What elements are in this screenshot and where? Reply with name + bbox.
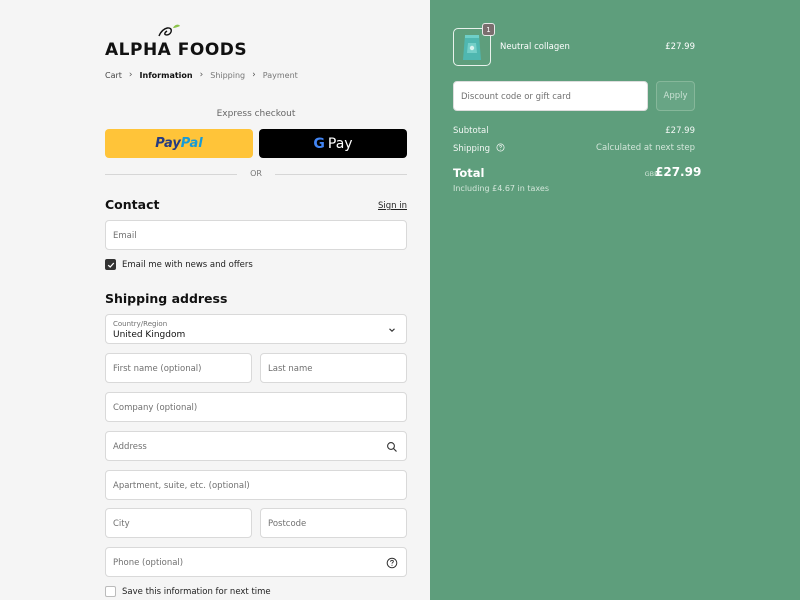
city-field[interactable]: City: [105, 508, 252, 538]
discount-code-field[interactable]: Discount code or gift card: [453, 81, 648, 111]
breadcrumb-cart[interactable]: Cart: [105, 71, 122, 80]
breadcrumb: Cart › Information › Shipping › Payment: [105, 70, 298, 80]
breadcrumb-shipping: Shipping: [210, 70, 246, 80]
google-pay-label: Pay: [327, 135, 353, 152]
breadcrumb-payment: Payment: [262, 70, 298, 80]
city-placeholder: City: [113, 519, 130, 529]
company-field[interactable]: Company (optional): [105, 392, 407, 422]
save-info-checkbox-row[interactable]: Save this information for next time: [105, 586, 271, 597]
save-info-label: Save this information for next time: [122, 586, 271, 597]
taxes-note: Including £4.67 in taxes: [453, 184, 550, 193]
breadcrumb-information: Information: [139, 70, 193, 80]
or-divider: OR: [105, 168, 407, 180]
last-name-placeholder: Last name: [268, 364, 313, 374]
search-icon[interactable]: [386, 441, 398, 453]
country-select[interactable]: Country/Region United Kingdom: [105, 314, 407, 344]
check-icon: [107, 262, 114, 268]
product-name: Neutral collagen: [500, 42, 570, 52]
express-checkout-label: Express checkout: [216, 109, 296, 119]
logo-text: ALPHA FOODS: [105, 40, 248, 60]
quantity-badge: 1: [482, 23, 495, 36]
country-value: United Kingdom: [113, 330, 186, 340]
checkout-form-panel: ALPHA FOODS Cart › Information › Shippin…: [0, 0, 430, 600]
breadcrumb-chevron-icon: ›: [128, 70, 133, 80]
discount-placeholder: Discount code or gift card: [461, 92, 571, 102]
apartment-placeholder: Apartment, suite, etc. (optional): [113, 481, 250, 491]
postcode-placeholder: Postcode: [268, 519, 307, 529]
contact-title: Contact: [105, 197, 160, 212]
breadcrumb-chevron-icon: ›: [252, 70, 256, 80]
google-pay-button[interactable]: G Pay: [259, 129, 407, 158]
sign-in-link[interactable]: Sign in: [366, 201, 407, 211]
total-value: £27.99: [655, 165, 702, 179]
first-name-placeholder: First name (optional): [113, 364, 202, 374]
paypal-logo-part1: Pay: [155, 136, 181, 151]
subtotal-row: Subtotal £27.99: [453, 126, 695, 136]
subtotal-value: £27.99: [665, 126, 695, 136]
newsletter-checkbox-row[interactable]: Email me with news and offers: [105, 259, 253, 270]
shipping-value: Calculated at next step: [596, 143, 695, 153]
or-label: OR: [250, 169, 262, 178]
postcode-field[interactable]: Postcode: [260, 508, 407, 538]
shipping-address-title: Shipping address: [105, 291, 228, 306]
help-circle-icon[interactable]: [386, 557, 398, 569]
apply-discount-button[interactable]: Apply: [656, 81, 695, 111]
email-placeholder: Email: [113, 231, 137, 241]
paypal-button[interactable]: Pay Pal: [105, 129, 253, 158]
email-field[interactable]: Email: [105, 220, 407, 250]
company-placeholder: Company (optional): [113, 403, 198, 413]
phone-placeholder: Phone (optional): [113, 558, 184, 568]
chevron-down-icon: [389, 328, 395, 332]
total-label: Total: [453, 166, 485, 180]
currency-code: GBP: [644, 170, 658, 178]
address-placeholder: Address: [113, 442, 147, 452]
first-name-field[interactable]: First name (optional): [105, 353, 252, 383]
save-info-checkbox[interactable]: [105, 586, 116, 597]
subtotal-label: Subtotal: [453, 126, 489, 136]
shipping-label: Shipping: [453, 144, 491, 154]
logo-swirl-icon: [158, 24, 180, 37]
help-circle-icon[interactable]: [496, 143, 505, 152]
newsletter-checkbox[interactable]: [105, 259, 116, 270]
product-price: £27.99: [665, 42, 695, 52]
apartment-field[interactable]: Apartment, suite, etc. (optional): [105, 470, 407, 500]
shipping-row: Shipping Calculated at next step: [453, 143, 695, 154]
address-field[interactable]: Address: [105, 431, 407, 461]
paypal-logo-part2: Pal: [180, 136, 203, 151]
phone-field[interactable]: Phone (optional): [105, 547, 407, 577]
country-label: Country/Region: [113, 320, 168, 328]
google-g-icon: G: [313, 135, 325, 152]
breadcrumb-chevron-icon: ›: [199, 70, 204, 80]
brand-logo[interactable]: ALPHA FOODS: [105, 22, 247, 62]
newsletter-label: Email me with news and offers: [122, 259, 253, 270]
last-name-field[interactable]: Last name: [260, 353, 407, 383]
